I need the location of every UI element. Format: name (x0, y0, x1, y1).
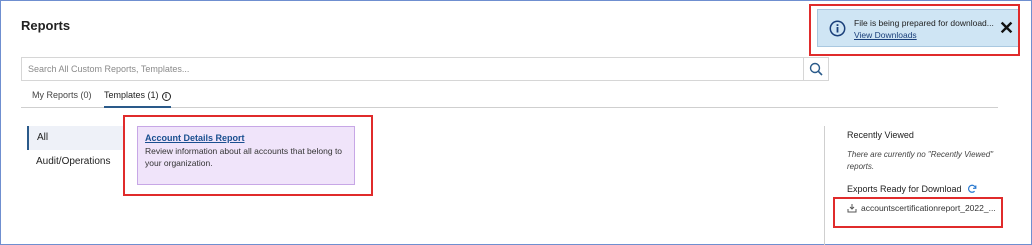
recently-viewed-empty: There are currently no "Recently Viewed"… (847, 150, 994, 171)
search-button[interactable] (803, 58, 828, 80)
tab-my-reports[interactable]: My Reports (0) (32, 86, 92, 108)
info-icon[interactable]: i (161, 92, 171, 101)
exports-heading: Exports Ready for Download (847, 184, 1009, 194)
exports-heading-label: Exports Ready for Download (847, 184, 962, 194)
recently-viewed-heading: Recently Viewed (847, 130, 914, 140)
tab-label: My Reports (0) (32, 90, 92, 100)
nav-item-audit-operations[interactable]: Audit/Operations (27, 150, 124, 174)
page-title: Reports (21, 18, 71, 33)
highlight-box (833, 197, 1003, 228)
category-nav: All Audit/Operations (27, 126, 124, 174)
highlight-box (809, 4, 1020, 56)
tab-templates[interactable]: Templates (1) i (104, 86, 171, 108)
refresh-icon[interactable] (967, 184, 977, 194)
search-input[interactable] (22, 58, 804, 80)
search-bar (21, 57, 829, 81)
search-icon (809, 62, 823, 76)
highlight-box (123, 115, 373, 196)
nav-item-all[interactable]: All (27, 126, 124, 150)
tab-label: Templates (1) (104, 90, 159, 100)
report-tabs: My Reports (0) Templates (1) i (21, 86, 998, 108)
